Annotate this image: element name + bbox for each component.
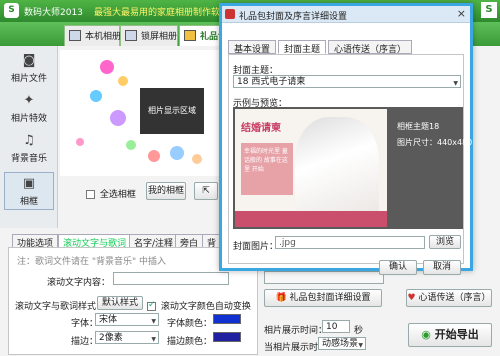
browse-button[interactable]: 浏览: [429, 235, 461, 249]
tab-basic-settings[interactable]: 基本设置: [228, 40, 277, 55]
tab-narration[interactable]: 旁白: [175, 234, 204, 249]
dialog-tabs: 基本设置 封面主题 心语传送（序言）: [228, 40, 464, 55]
my-frames-button[interactable]: 我的相框: [146, 182, 186, 200]
frame-icon: ▣: [22, 176, 36, 191]
font-select[interactable]: 宋体: [95, 313, 159, 327]
interval-label: 相片展示时间：: [264, 326, 328, 336]
photo-placeholder: 相片显示区域: [140, 88, 204, 134]
export-arrow-icon: ◉: [421, 328, 431, 341]
stroke-select[interactable]: 2像素: [95, 331, 159, 345]
dialog-app-icon: [225, 9, 235, 19]
sidebar-item-music[interactable]: ♫ 背景音乐: [4, 130, 54, 166]
stroke-color-label: 描边颜色：: [167, 337, 213, 347]
interval-unit: 秒: [354, 326, 364, 336]
message-label: 心语传送（序言）: [418, 293, 491, 303]
dialog-title: 礼品包封面及序言详细设置: [239, 12, 348, 22]
auto-color-label: 滚动文字颜色自动变换: [160, 302, 251, 312]
cover-path-input[interactable]: .jpg: [275, 236, 425, 249]
music-icon: ♫: [23, 133, 35, 148]
cover-label: 封面图片：: [233, 242, 279, 252]
ok-button[interactable]: 确认: [379, 260, 417, 275]
sidebar-item-label: 相片文件: [10, 74, 47, 84]
bride-photo: [295, 117, 379, 225]
sidebar-item-frames[interactable]: ▣ 相框: [4, 172, 54, 210]
scroll-text-label: 滚动文字内容：: [47, 278, 111, 288]
camera-icon: ◙: [22, 53, 36, 68]
checkbox-icon: [86, 190, 95, 199]
sidebar-item-photos[interactable]: ◙ 相片文件: [4, 50, 54, 86]
small-input[interactable]: [264, 271, 384, 284]
tab-message[interactable]: 心语传送（序言）: [328, 40, 413, 55]
close-icon[interactable]: ×: [457, 7, 466, 20]
export-label: 开始导出: [434, 328, 479, 341]
app-slogan: 最强大最易用的家庭相册制作软件: [94, 8, 230, 18]
message-button[interactable]: ♥ 心语传送（序言）: [406, 289, 492, 307]
invitation-card: 结婚请柬 幸福的时光里 童话般的 故事在这里 开始: [235, 109, 387, 227]
sparkle-icon: ✦: [23, 93, 35, 108]
tab-label: 锁屏相册: [141, 32, 178, 42]
tab-function-options[interactable]: 功能选项: [12, 234, 59, 249]
sidebar-item-effects[interactable]: ✦ 相片特效: [4, 90, 54, 126]
gift-icon: 🎁: [275, 293, 287, 303]
export-button[interactable]: ◉ 开始导出: [408, 323, 492, 347]
tab-local-album[interactable]: 本机相册: [64, 25, 122, 46]
side-button[interactable]: S: [481, 2, 497, 18]
style-label: 滚动文字与歌词样式：: [15, 302, 106, 312]
main-window: S 数码大师2013 最强大最易用的家庭相册制作软件 S 本机相册 锁屏相册 礼…: [0, 0, 500, 356]
stroke-color-swatch[interactable]: [213, 332, 241, 342]
gift-settings-button[interactable]: 🎁 礼品包封面详细设置: [264, 289, 382, 307]
tab-name-notes[interactable]: 名字/注释: [129, 234, 179, 249]
sidebar-item-label: 背景音乐: [10, 154, 47, 164]
sidebar: ◙ 相片文件 ✦ 相片特效 ♫ 背景音乐 ▣ 相框: [0, 46, 58, 228]
dialog-body: 封面主题： 18 西式电子请柬 示例与预览： 结婚请柬 幸福的时光里 童话般的 …: [228, 54, 472, 275]
card-text: 幸福的时光里 童话般的 故事在这里 开始: [241, 143, 293, 195]
scroll-text-input[interactable]: [113, 272, 229, 285]
gift-settings-label: 礼品包封面详细设置: [289, 293, 371, 303]
checkbox-icon: [147, 302, 156, 311]
gift-cover-dialog: 礼品包封面及序言详细设置 × 基本设置 封面主题 心语传送（序言） 封面主题： …: [219, 3, 473, 275]
card-title: 结婚请柬: [241, 123, 281, 134]
card-footer: [235, 211, 387, 227]
select-all-label: 全选相框: [99, 190, 136, 200]
heart-icon: ♥: [407, 293, 416, 303]
theme-info: 相框主题18: [397, 122, 440, 131]
preview-area: 结婚请柬 幸福的时光里 童话般的 故事在这里 开始 相框主题18 图片尺寸：44…: [233, 107, 472, 229]
frame-toolbar: 全选相框 我的相框 ⇱: [58, 178, 220, 206]
cancel-button[interactable]: 取消: [423, 260, 461, 275]
sidebar-item-label: 相框: [19, 197, 38, 207]
tab-label: 本机相册: [85, 32, 122, 42]
default-style-button[interactable]: 默认样式: [97, 296, 143, 310]
gift-icon: [184, 30, 196, 41]
bottom-tabs: 功能选项 滚动文字与歌词 名字/注释 旁白 背: [12, 234, 222, 249]
tab-scroll-text[interactable]: 滚动文字与歌词: [58, 234, 132, 249]
export-icon: ⇱: [202, 186, 210, 196]
tab-cover-theme[interactable]: 封面主题: [278, 40, 327, 55]
export-frame-button[interactable]: ⇱: [194, 182, 218, 200]
photo-stage: 相片显示区域: [60, 50, 220, 176]
theme-select[interactable]: 18 西式电子请柬: [233, 75, 461, 89]
auto-color-checkbox[interactable]: 滚动文字颜色自动变换: [147, 299, 251, 312]
select-all-checkbox[interactable]: 全选相框: [86, 187, 136, 200]
font-label: 字体：: [71, 319, 99, 329]
app-logo-icon: S: [4, 3, 19, 18]
tab-lockscreen-album[interactable]: 锁屏相册: [120, 25, 178, 46]
effect-select[interactable]: 动感场景: [318, 337, 366, 351]
monitor-icon: [69, 30, 81, 41]
dialog-title-bar: 礼品包封面及序言详细设置 ×: [222, 6, 470, 23]
font-color-label: 字体颜色：: [167, 319, 213, 329]
sidebar-item-label: 相片特效: [10, 114, 47, 124]
font-color-swatch[interactable]: [213, 314, 241, 324]
lyrics-note: 注：歌词文件请在 "背景音乐" 中插入: [17, 257, 167, 267]
stroke-label: 描边：: [71, 337, 99, 347]
interval-input[interactable]: 10: [322, 320, 350, 333]
size-info: 图片尺寸：440x480: [397, 138, 473, 147]
monitor-icon: [125, 30, 137, 41]
app-title: 数码大师2013: [24, 8, 83, 18]
tab-gift-pack[interactable]: 礼品包: [179, 25, 227, 46]
